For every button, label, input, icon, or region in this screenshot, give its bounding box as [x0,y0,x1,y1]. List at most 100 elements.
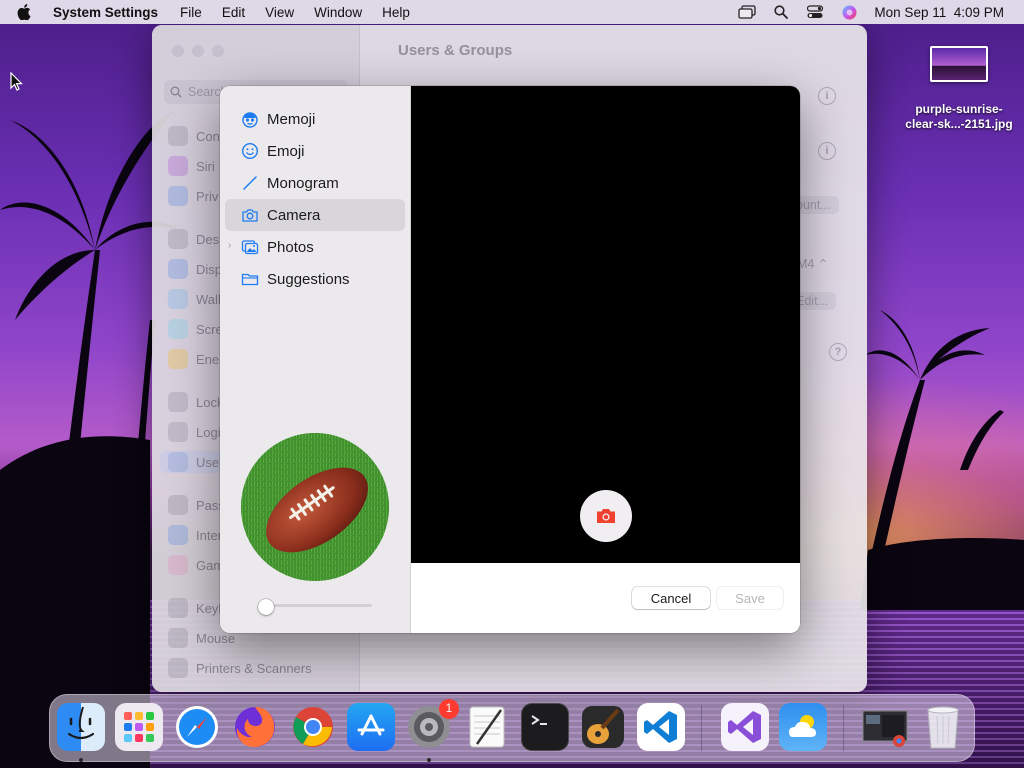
dock-chrome[interactable] [289,703,337,751]
sidebar-item-label: Scre [196,321,223,337]
sidebar-item-lock-screen[interactable]: Lock [168,391,223,413]
visual-studio-icon [728,711,761,743]
picker-item-label: Camera [267,206,321,224]
dock-system-settings[interactable]: 1 [405,699,459,751]
dock-safari[interactable] [173,703,221,751]
dock-terminal[interactable] [521,703,569,751]
sidebar-item-game-center[interactable]: Gam [168,554,224,576]
zoom-slider[interactable] [258,599,372,615]
cancel-button[interactable]: Cancel [632,587,710,609]
users-icon [168,452,188,472]
dock-weather[interactable] [779,703,827,751]
picker-item-emoji[interactable]: Emoji [225,135,405,167]
zoom-window-button[interactable] [212,45,224,57]
menu-bar-clock[interactable]: Mon Sep 11 4:09 PM [874,5,1004,20]
help-button[interactable]: ? [829,343,847,361]
sidebar-item-label: Logi [196,424,221,440]
minimize-window-button[interactable] [192,45,204,57]
picker-item-label: Photos [267,238,314,256]
sidebar-item-energy[interactable]: Ener [168,348,223,370]
sidebar-item-keyboard[interactable]: Keyb [168,597,226,619]
picker-item-suggestions[interactable]: Suggestions [225,263,405,295]
sidebar-item-screen-saver[interactable]: Scre [168,318,223,340]
firefox-icon [235,707,275,747]
picker-item-label: Suggestions [267,270,350,288]
screen-mirroring-icon[interactable] [738,4,757,20]
file-name-line-2: clear-sk...-2151.jpg [905,117,1013,131]
sidebar-item-displays[interactable]: Disp [168,258,222,280]
menu-app-name[interactable]: System Settings [53,5,158,20]
picker-item-memoji[interactable]: Memoji [225,103,405,135]
picker-item-label: Monogram [267,174,339,192]
sidebar-item-label: Priv [196,188,219,204]
trash-icon [927,706,959,749]
finder-icon [67,706,95,740]
printer-icon [168,658,188,678]
dock: 1 [49,694,975,762]
weather-cloud-icon [789,715,816,737]
sidebar-item-control-center[interactable]: Con [168,125,220,147]
dock-recent-screenshot[interactable] [861,703,909,751]
sidebar-item-wallpaper[interactable]: Wall [168,288,221,310]
dock-vscode[interactable] [637,703,685,751]
zoom-slider-track [264,604,372,607]
spotlight-search-icon[interactable] [772,4,790,20]
desktop-dock-icon [168,229,188,249]
sidebar-item-siri[interactable]: Siri [168,155,215,177]
vscode-icon [644,711,677,743]
disclosure-chevron-icon[interactable]: › [228,240,231,251]
siri-icon[interactable] [840,4,858,20]
dock-visual-studio[interactable] [721,703,769,751]
info-icon[interactable]: i [818,87,836,105]
desktop-image-file[interactable]: purple-sunrise- clear-sk...-2151.jpg [896,46,1022,132]
dock-app-store[interactable] [347,703,395,751]
sheet-footer: Cancel Save [411,563,800,633]
sidebar-item-passwords[interactable]: Pass [168,494,225,516]
save-button[interactable]: Save [717,587,783,609]
dock-launchpad[interactable] [115,703,163,751]
dock-textedit[interactable] [463,703,511,751]
control-center-pref-icon [168,126,188,146]
picker-item-photos[interactable]: › Photos [225,231,405,263]
window-controls [172,45,224,57]
dock-garageband[interactable] [579,703,627,751]
picker-item-monogram[interactable]: Monogram [225,167,405,199]
control-center-icon[interactable] [806,4,824,20]
zoom-slider-knob[interactable] [258,599,274,615]
football-image [241,433,389,581]
search-icon [170,86,182,98]
folder-icon [241,270,259,288]
siri-pref-icon [168,156,188,176]
sidebar-item-login-password[interactable]: Logi [168,421,221,443]
apple-menu-icon[interactable] [17,4,39,20]
sidebar-item-desktop[interactable]: Desk [168,228,226,250]
key-icon [168,495,188,515]
dock-trash[interactable] [919,703,967,751]
menu-file[interactable]: File [180,5,202,20]
picker-item-camera[interactable]: Camera [225,199,405,231]
finder-running-indicator [79,758,83,762]
game-center-icon [168,555,188,575]
textedit-icon [469,706,505,748]
file-name-line-1: purple-sunrise- [915,102,1003,116]
mouse-pointer-icon [10,72,23,91]
dock-finder[interactable] [57,703,105,751]
chrome-icon [293,707,333,747]
menu-help[interactable]: Help [382,5,410,20]
automatic-login-selector[interactable]: M4 ⌃ [797,256,828,271]
dock-firefox[interactable] [231,703,279,751]
menu-window[interactable]: Window [314,5,362,20]
info-icon[interactable]: i [818,142,836,160]
menu-edit[interactable]: Edit [222,5,245,20]
sidebar-item-internet-accounts[interactable]: Inter [168,524,222,546]
close-window-button[interactable] [172,45,184,57]
picker-item-label: Emoji [267,142,305,160]
photos-icon [241,238,259,256]
menu-view[interactable]: View [265,5,294,20]
settings-window-title: Users & Groups [398,42,513,59]
sidebar-item-label: Con [196,128,220,144]
user-picture-preview[interactable] [241,433,389,581]
take-photo-button[interactable] [580,490,632,542]
sidebar-item-printers-scanners[interactable]: Printers & Scanners [168,657,312,679]
sidebar-item-privacy[interactable]: Priv [168,185,218,207]
